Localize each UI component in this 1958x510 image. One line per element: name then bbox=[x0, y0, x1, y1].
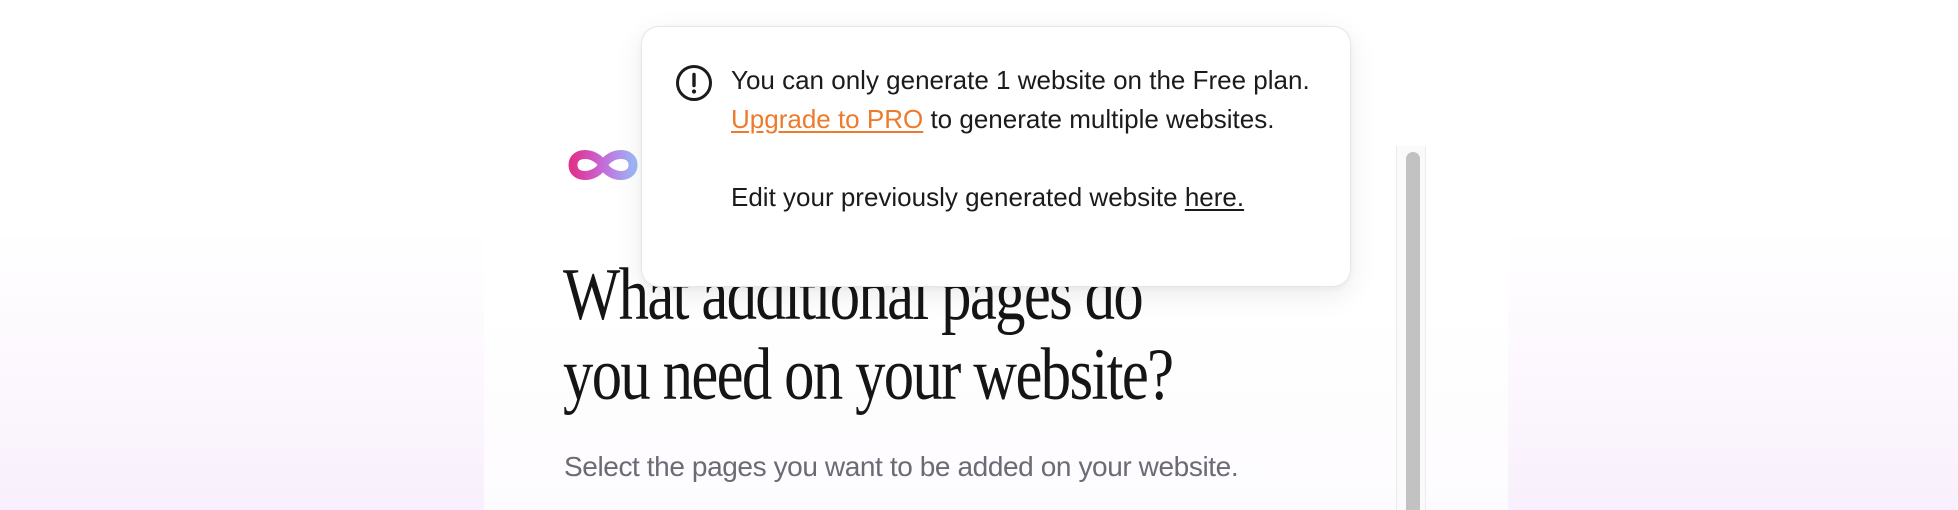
edit-website-text: Edit your previously generated website bbox=[731, 182, 1178, 212]
plan-limit-text: You can only generate 1 website on the F… bbox=[731, 65, 1310, 95]
heading-line-2: you need on your website? bbox=[563, 334, 1174, 416]
notice-message: You can only generate 1 website on the F… bbox=[731, 61, 1311, 217]
alert-circle-icon bbox=[676, 65, 712, 101]
upgrade-to-pro-link[interactable]: Upgrade to PRO bbox=[731, 104, 923, 134]
upgrade-notice-popover: You can only generate 1 website on the F… bbox=[641, 26, 1351, 287]
scrollbar-thumb[interactable] bbox=[1406, 152, 1420, 510]
multiple-websites-text: to generate multiple websites. bbox=[930, 104, 1275, 134]
page-subtext: Select the pages you want to be added on… bbox=[564, 451, 1239, 482]
scrollbar[interactable] bbox=[1396, 146, 1426, 510]
plan-limit-message: You can only generate 1 website on the F… bbox=[731, 61, 1311, 139]
edit-website-message: Edit your previously generated website h… bbox=[731, 178, 1311, 217]
edit-website-link[interactable]: here. bbox=[1185, 182, 1244, 212]
infinity-logo-icon bbox=[568, 150, 638, 180]
